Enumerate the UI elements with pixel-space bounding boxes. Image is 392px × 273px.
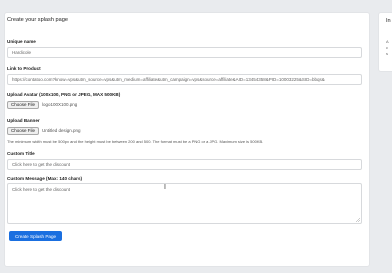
custom-message-label: Custom Message (Max: 140 chars) <box>7 176 83 181</box>
product-link-input[interactable]: https://contatoo.com?know=vps&utm_source… <box>7 74 362 85</box>
unique-name-value: Hardicole <box>12 50 32 55</box>
resize-handle-icon[interactable] <box>356 218 360 222</box>
custom-message-value: Click here to get the discount <box>12 187 71 192</box>
custom-title-input[interactable]: Click here to get the discount <box>7 159 362 170</box>
banner-file-name: Untitled design.png <box>42 128 81 133</box>
form-title: Create your splash page <box>7 17 68 23</box>
side-info-line: s <box>386 51 388 56</box>
avatar-file-name: logo100X100.png <box>42 102 78 107</box>
product-link-value: https://contatoo.com?know=vps&utm_source… <box>12 77 325 82</box>
banner-help-text: The minimum width must be 500px and the … <box>7 139 264 144</box>
unique-name-input[interactable]: Hardicole <box>7 47 362 58</box>
text-cursor-icon: I <box>164 184 166 191</box>
side-info-title: In <box>386 18 391 24</box>
banner-label: Upload Banner <box>7 118 40 123</box>
avatar-label: Upload Avatar (100x100, PNG or JPEG, MAX… <box>7 92 121 97</box>
product-link-label: Link to Product <box>7 66 41 71</box>
custom-message-textarea[interactable]: Click here to get the discount <box>7 183 362 224</box>
avatar-file-input[interactable]: Choose File logo100X100.png <box>7 100 77 109</box>
unique-name-label: Unique name <box>7 39 36 44</box>
side-info-line: A <box>386 39 389 44</box>
custom-title-label: Custom Title <box>7 151 35 156</box>
avatar-choose-file-button[interactable]: Choose File <box>7 100 40 109</box>
side-info-card: In A c s <box>378 12 392 72</box>
side-info-line: c <box>386 45 388 50</box>
custom-title-value: Click here to get the discount <box>12 162 71 167</box>
banner-file-input[interactable]: Choose File Untitled design.png <box>7 126 81 135</box>
create-splash-page-button[interactable]: Create Splash Page <box>9 231 62 241</box>
banner-choose-file-button[interactable]: Choose File <box>7 126 40 135</box>
